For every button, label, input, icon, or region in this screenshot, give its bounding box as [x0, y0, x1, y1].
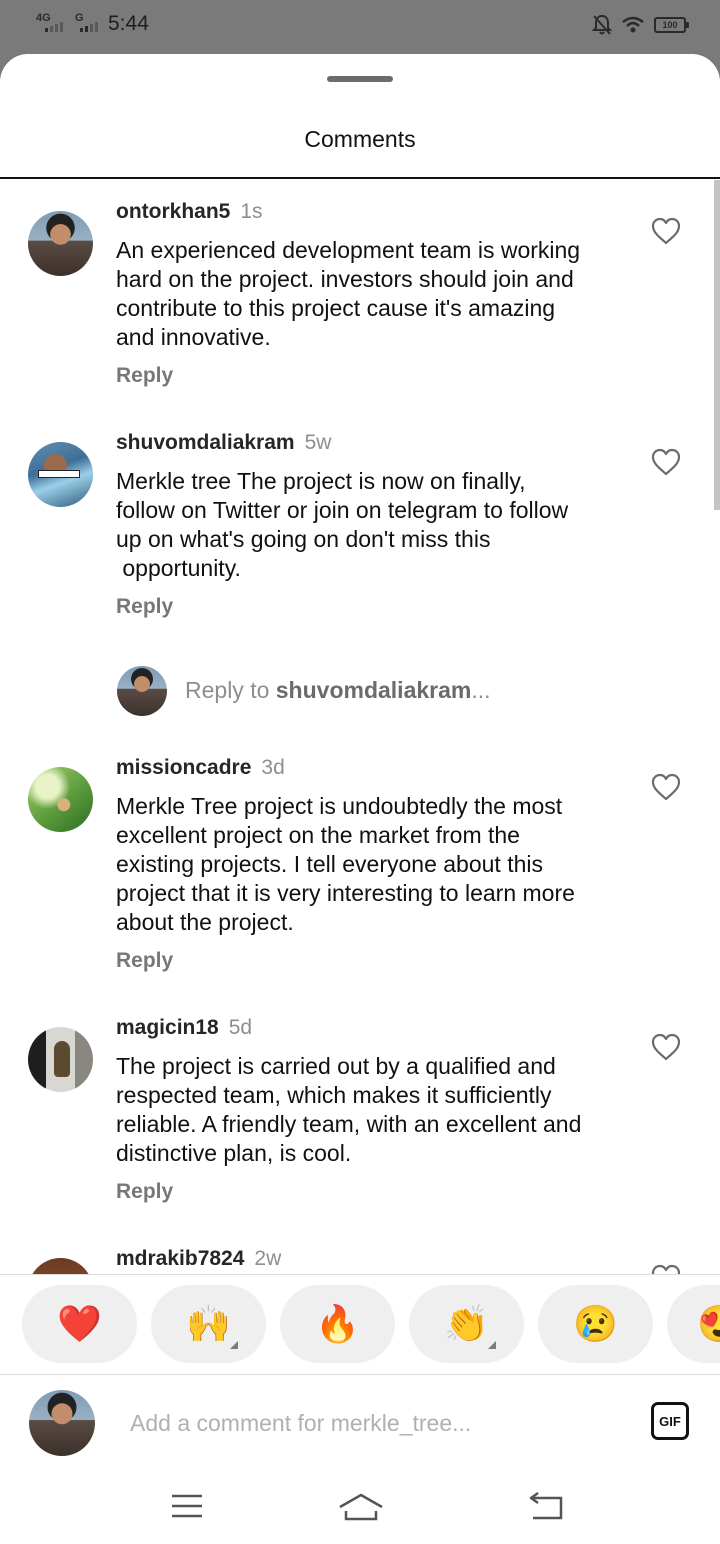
- reply-button[interactable]: Reply: [116, 595, 173, 619]
- title-divider: [0, 177, 720, 179]
- back-icon[interactable]: [517, 1487, 577, 1527]
- comment-text: The project is carried out by a qualifie…: [116, 1053, 582, 1166]
- sheet-title: Comments: [304, 126, 416, 152]
- quick-reactions-bar: ❤️ 🙌 🔥 👏 😢 😍: [0, 1285, 720, 1363]
- status-bar: 4G G 5:44 100: [0, 0, 720, 54]
- comment-username[interactable]: mdrakib7824: [116, 1247, 244, 1270]
- reaction-heart[interactable]: ❤️: [22, 1285, 137, 1363]
- comment-text: An experienced development team is worki…: [116, 237, 581, 350]
- current-user-avatar: [29, 1390, 95, 1456]
- like-heart-icon[interactable]: [651, 773, 681, 801]
- comment-input[interactable]: [130, 1405, 610, 1441]
- notifications-off-icon: [592, 14, 612, 35]
- avatar: [117, 666, 167, 716]
- signal-strength-icon: [45, 22, 63, 32]
- gif-button[interactable]: GIF: [651, 1402, 689, 1440]
- signal-strength-2-icon: [80, 22, 98, 32]
- battery-icon: 100: [654, 17, 689, 33]
- reply-button[interactable]: Reply: [116, 364, 173, 388]
- comment-text: Merkle Tree project is undoubtedly the m…: [116, 793, 575, 935]
- avatar[interactable]: [28, 767, 93, 832]
- avatar[interactable]: [28, 442, 93, 507]
- avatar[interactable]: [28, 211, 93, 276]
- comment-list[interactable]: ontorkhan5 1s An experienced development …: [0, 180, 720, 1274]
- comment-time: 5w: [304, 431, 332, 454]
- comment-time: 2w: [254, 1247, 282, 1270]
- comments-sheet: Comments ontorkhan5 1s An experienced dev…: [0, 54, 720, 1544]
- comment-username[interactable]: shuvomdaliakram: [116, 431, 295, 454]
- avatar[interactable]: [28, 1258, 93, 1274]
- reaction-fire[interactable]: 🔥: [280, 1285, 395, 1363]
- menu-icon[interactable]: [157, 1487, 217, 1527]
- drag-handle[interactable]: [327, 76, 393, 82]
- comment-time: 1s: [240, 200, 263, 223]
- comment-text: Merkle tree The project is now on finall…: [116, 468, 569, 581]
- like-heart-icon[interactable]: [651, 448, 681, 476]
- comment-username[interactable]: ontorkhan5: [116, 200, 230, 223]
- reaction-heart-eyes[interactable]: 😍: [667, 1285, 720, 1363]
- reaction-raised-hands[interactable]: 🙌: [151, 1285, 266, 1363]
- reaction-crying[interactable]: 😢: [538, 1285, 653, 1363]
- avatar[interactable]: [28, 1027, 93, 1092]
- reaction-clap[interactable]: 👏: [409, 1285, 524, 1363]
- reply-composer-row[interactable]: Reply to shuvomdaliakram...: [0, 663, 720, 717]
- reply-button[interactable]: Reply: [116, 1180, 173, 1204]
- comment-composer: GIF: [0, 1375, 720, 1471]
- system-nav-bar: [0, 1471, 720, 1544]
- home-icon[interactable]: [331, 1487, 391, 1527]
- divider: [0, 1274, 720, 1275]
- comment-username[interactable]: missioncadre: [116, 756, 251, 779]
- like-heart-icon[interactable]: [651, 1264, 681, 1274]
- clock: 5:44: [108, 12, 149, 35]
- like-heart-icon[interactable]: [651, 217, 681, 245]
- comment-time: 3d: [261, 756, 285, 779]
- scrollbar[interactable]: [714, 180, 720, 510]
- comment-time: 5d: [228, 1016, 253, 1039]
- skin-tone-indicator: [230, 1341, 238, 1349]
- reply-prompt[interactable]: Reply to shuvomdaliakram...: [185, 677, 491, 704]
- like-heart-icon[interactable]: [651, 1033, 681, 1061]
- wifi-icon: [622, 16, 644, 33]
- reply-button[interactable]: Reply: [116, 949, 173, 973]
- comment-username[interactable]: magicin18: [116, 1016, 219, 1039]
- skin-tone-indicator: [488, 1341, 496, 1349]
